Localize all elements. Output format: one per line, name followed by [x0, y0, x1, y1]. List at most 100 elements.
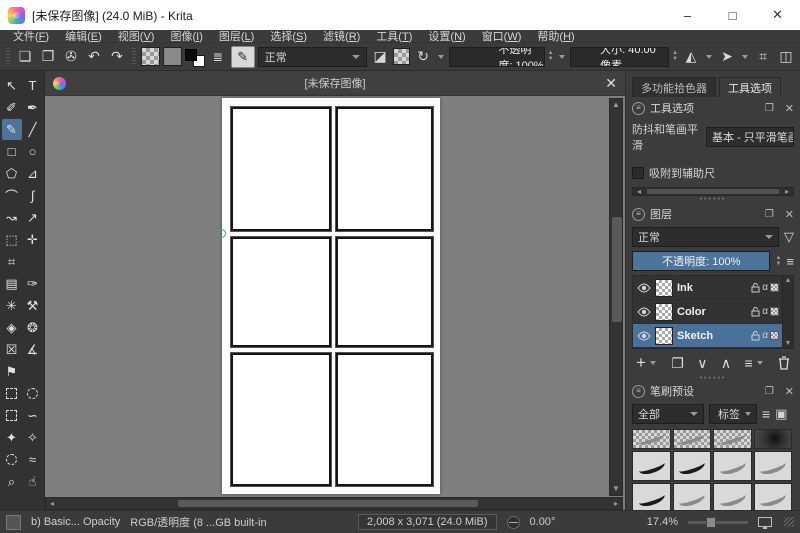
menu-item[interactable]: 文件(F) [6, 28, 56, 44]
layer-visibility-eye-icon[interactable] [637, 331, 651, 341]
alpha-lock-icon[interactable] [770, 331, 779, 340]
layer-visibility-eye-icon[interactable] [637, 307, 651, 317]
tool-fill[interactable]: ◈ [2, 317, 22, 338]
blending-mode-dropdown[interactable]: 正常 [258, 47, 368, 67]
pattern-swatch-button[interactable] [163, 47, 182, 66]
tool-ellipse-select[interactable] [23, 383, 43, 404]
layer-opacity-slider[interactable]: 不透明度: 100% [632, 251, 770, 271]
layer-thumbnail[interactable] [655, 303, 673, 321]
selection-indicator-icon[interactable] [6, 515, 21, 530]
docker-resize-handle[interactable]: •••••• [626, 375, 800, 382]
eraser-mode-button[interactable]: ◪ [370, 46, 390, 68]
tool-freehand-path[interactable]: ∫ [23, 185, 43, 206]
size-spinner[interactable]: ▲▼ [672, 51, 678, 62]
tool-polygon[interactable]: ⬠ [2, 163, 22, 184]
foreground-color-swatch[interactable] [185, 49, 197, 61]
layer-blend-mode-dropdown[interactable]: 正常 [632, 227, 779, 247]
tags-button[interactable]: 标签 [709, 404, 757, 424]
docker-resize-handle[interactable]: •••••• [626, 196, 800, 203]
tool-freehand-brush[interactable]: ✎ [2, 119, 22, 140]
toolbar-grip[interactable] [132, 48, 136, 66]
close-docker-icon[interactable]: ✕ [785, 102, 794, 115]
tool-polyline[interactable]: ⊿ [23, 163, 43, 184]
brush-preset-thumb[interactable] [673, 451, 712, 481]
move-layer-down-button[interactable]: ∨ [697, 355, 707, 372]
tool-pan[interactable]: ☝ [23, 471, 43, 492]
brush-preset-thumb[interactable] [673, 429, 712, 449]
brush-preset-thumb[interactable] [632, 483, 671, 513]
float-docker-icon[interactable]: ❐ [765, 386, 774, 397]
layer-list-scrollbar[interactable]: ▲▼ [782, 276, 793, 348]
tool-pattern-edit[interactable]: ✳ [2, 295, 22, 316]
close-button[interactable]: ✕ [755, 0, 800, 30]
layer-name[interactable]: Color [677, 306, 747, 318]
tool-line[interactable]: ╱ [23, 119, 43, 140]
snap-assistants-checkbox[interactable] [632, 167, 644, 179]
menu-item[interactable]: 选择(S) [263, 28, 314, 44]
scroll-right-icon[interactable]: ▸ [781, 187, 793, 196]
inherit-alpha-icon[interactable]: α [762, 282, 768, 293]
menu-item[interactable]: 编辑(E) [58, 28, 109, 44]
scroll-up-icon[interactable]: ▲ [785, 277, 792, 284]
layer-properties-button[interactable]: ≡ [744, 355, 752, 371]
opacity-spinner[interactable]: ▲▼ [548, 51, 554, 62]
tool-select-shapes[interactable]: ↖ [2, 75, 22, 96]
brush-preset-thumb[interactable] [713, 451, 752, 481]
layer-row-color[interactable]: Color α [633, 300, 793, 324]
brush-size-slider[interactable]: 大小: 40.00 像素 [570, 47, 670, 67]
chevron-down-icon[interactable] [438, 55, 444, 59]
inherit-alpha-icon[interactable]: α [762, 306, 768, 317]
docker-tab[interactable]: 工具选项 [719, 77, 781, 97]
brush-preset-thumb[interactable] [754, 429, 793, 449]
layer-row-ink[interactable]: Ink α [633, 276, 793, 300]
tool-magnetic-select[interactable]: ≈ [23, 449, 43, 470]
layer-lock-icon[interactable] [751, 283, 760, 293]
tool-calligraphy[interactable]: ✒ [23, 97, 43, 118]
scroll-right-icon[interactable]: ▸ [610, 499, 622, 508]
brush-preset-thumb[interactable] [632, 451, 671, 481]
float-docker-icon[interactable]: ❐ [765, 209, 774, 220]
tool-dynamic-brush[interactable]: ↝ [2, 207, 22, 228]
tool-transform[interactable]: ⬚ [2, 229, 22, 250]
layer-name[interactable]: Ink [677, 282, 747, 294]
docker-lock-icon[interactable]: ≡ [632, 102, 645, 115]
foreground-background-colors[interactable] [185, 47, 205, 67]
canvas-area[interactable]: [未保存图像] ✕ ▲ ▼ ◂ ▸ [45, 71, 625, 510]
toolbar-grip[interactable] [6, 48, 10, 66]
tool-color-sampler[interactable]: ✑ [23, 273, 43, 294]
workspace-chooser-button[interactable]: ◫ [776, 46, 796, 68]
opacity-slider[interactable]: 不透明度: 100% [449, 47, 545, 67]
float-docker-icon[interactable]: ❐ [765, 103, 774, 114]
chevron-down-icon[interactable] [650, 361, 656, 365]
canvas-rotation-icon[interactable] [507, 516, 520, 529]
layer-lock-icon[interactable] [751, 307, 760, 317]
layer-thumbnail[interactable] [655, 327, 673, 345]
tool-colorize-mask[interactable]: ☒ [2, 339, 22, 360]
brush-preset-thumb[interactable] [713, 483, 752, 513]
menu-item[interactable]: 帮助(H) [530, 28, 581, 44]
fit-to-screen-icon[interactable] [758, 517, 772, 527]
menu-item[interactable]: 滤镜(R) [316, 28, 367, 44]
brush-preset-thumb[interactable] [632, 429, 671, 449]
brush-list-options-icon[interactable]: ≡ [762, 406, 770, 422]
tool-gradient[interactable]: ▤ [2, 273, 22, 294]
docker-lock-icon[interactable]: ≡ [632, 208, 645, 221]
brush-preset-thumb[interactable] [754, 483, 793, 513]
chevron-down-icon[interactable] [559, 55, 565, 59]
maximize-button[interactable]: □ [710, 0, 755, 30]
chevron-down-icon[interactable] [742, 55, 748, 59]
layer-visibility-eye-icon[interactable] [637, 283, 651, 293]
tool-rect-select[interactable] [2, 383, 22, 404]
brush-filter-dropdown[interactable]: 全部 [632, 404, 704, 424]
vertical-scroll-thumb[interactable] [612, 217, 622, 322]
alpha-lock-icon[interactable] [770, 307, 779, 316]
brush-preset-thumb[interactable] [754, 451, 793, 481]
tool-rectangle[interactable]: □ [2, 141, 22, 162]
docker-tab[interactable]: 多功能拾色器 [632, 77, 716, 97]
tool-crop[interactable]: ⌗ [2, 251, 22, 272]
close-docker-icon[interactable]: ✕ [785, 208, 794, 221]
window-resize-grip[interactable] [784, 517, 794, 527]
save-button[interactable]: ✇ [61, 46, 81, 68]
add-layer-button[interactable]: + [636, 353, 646, 373]
stabilizer-dropdown[interactable]: 基本 - 只平滑笔画 [706, 127, 794, 147]
